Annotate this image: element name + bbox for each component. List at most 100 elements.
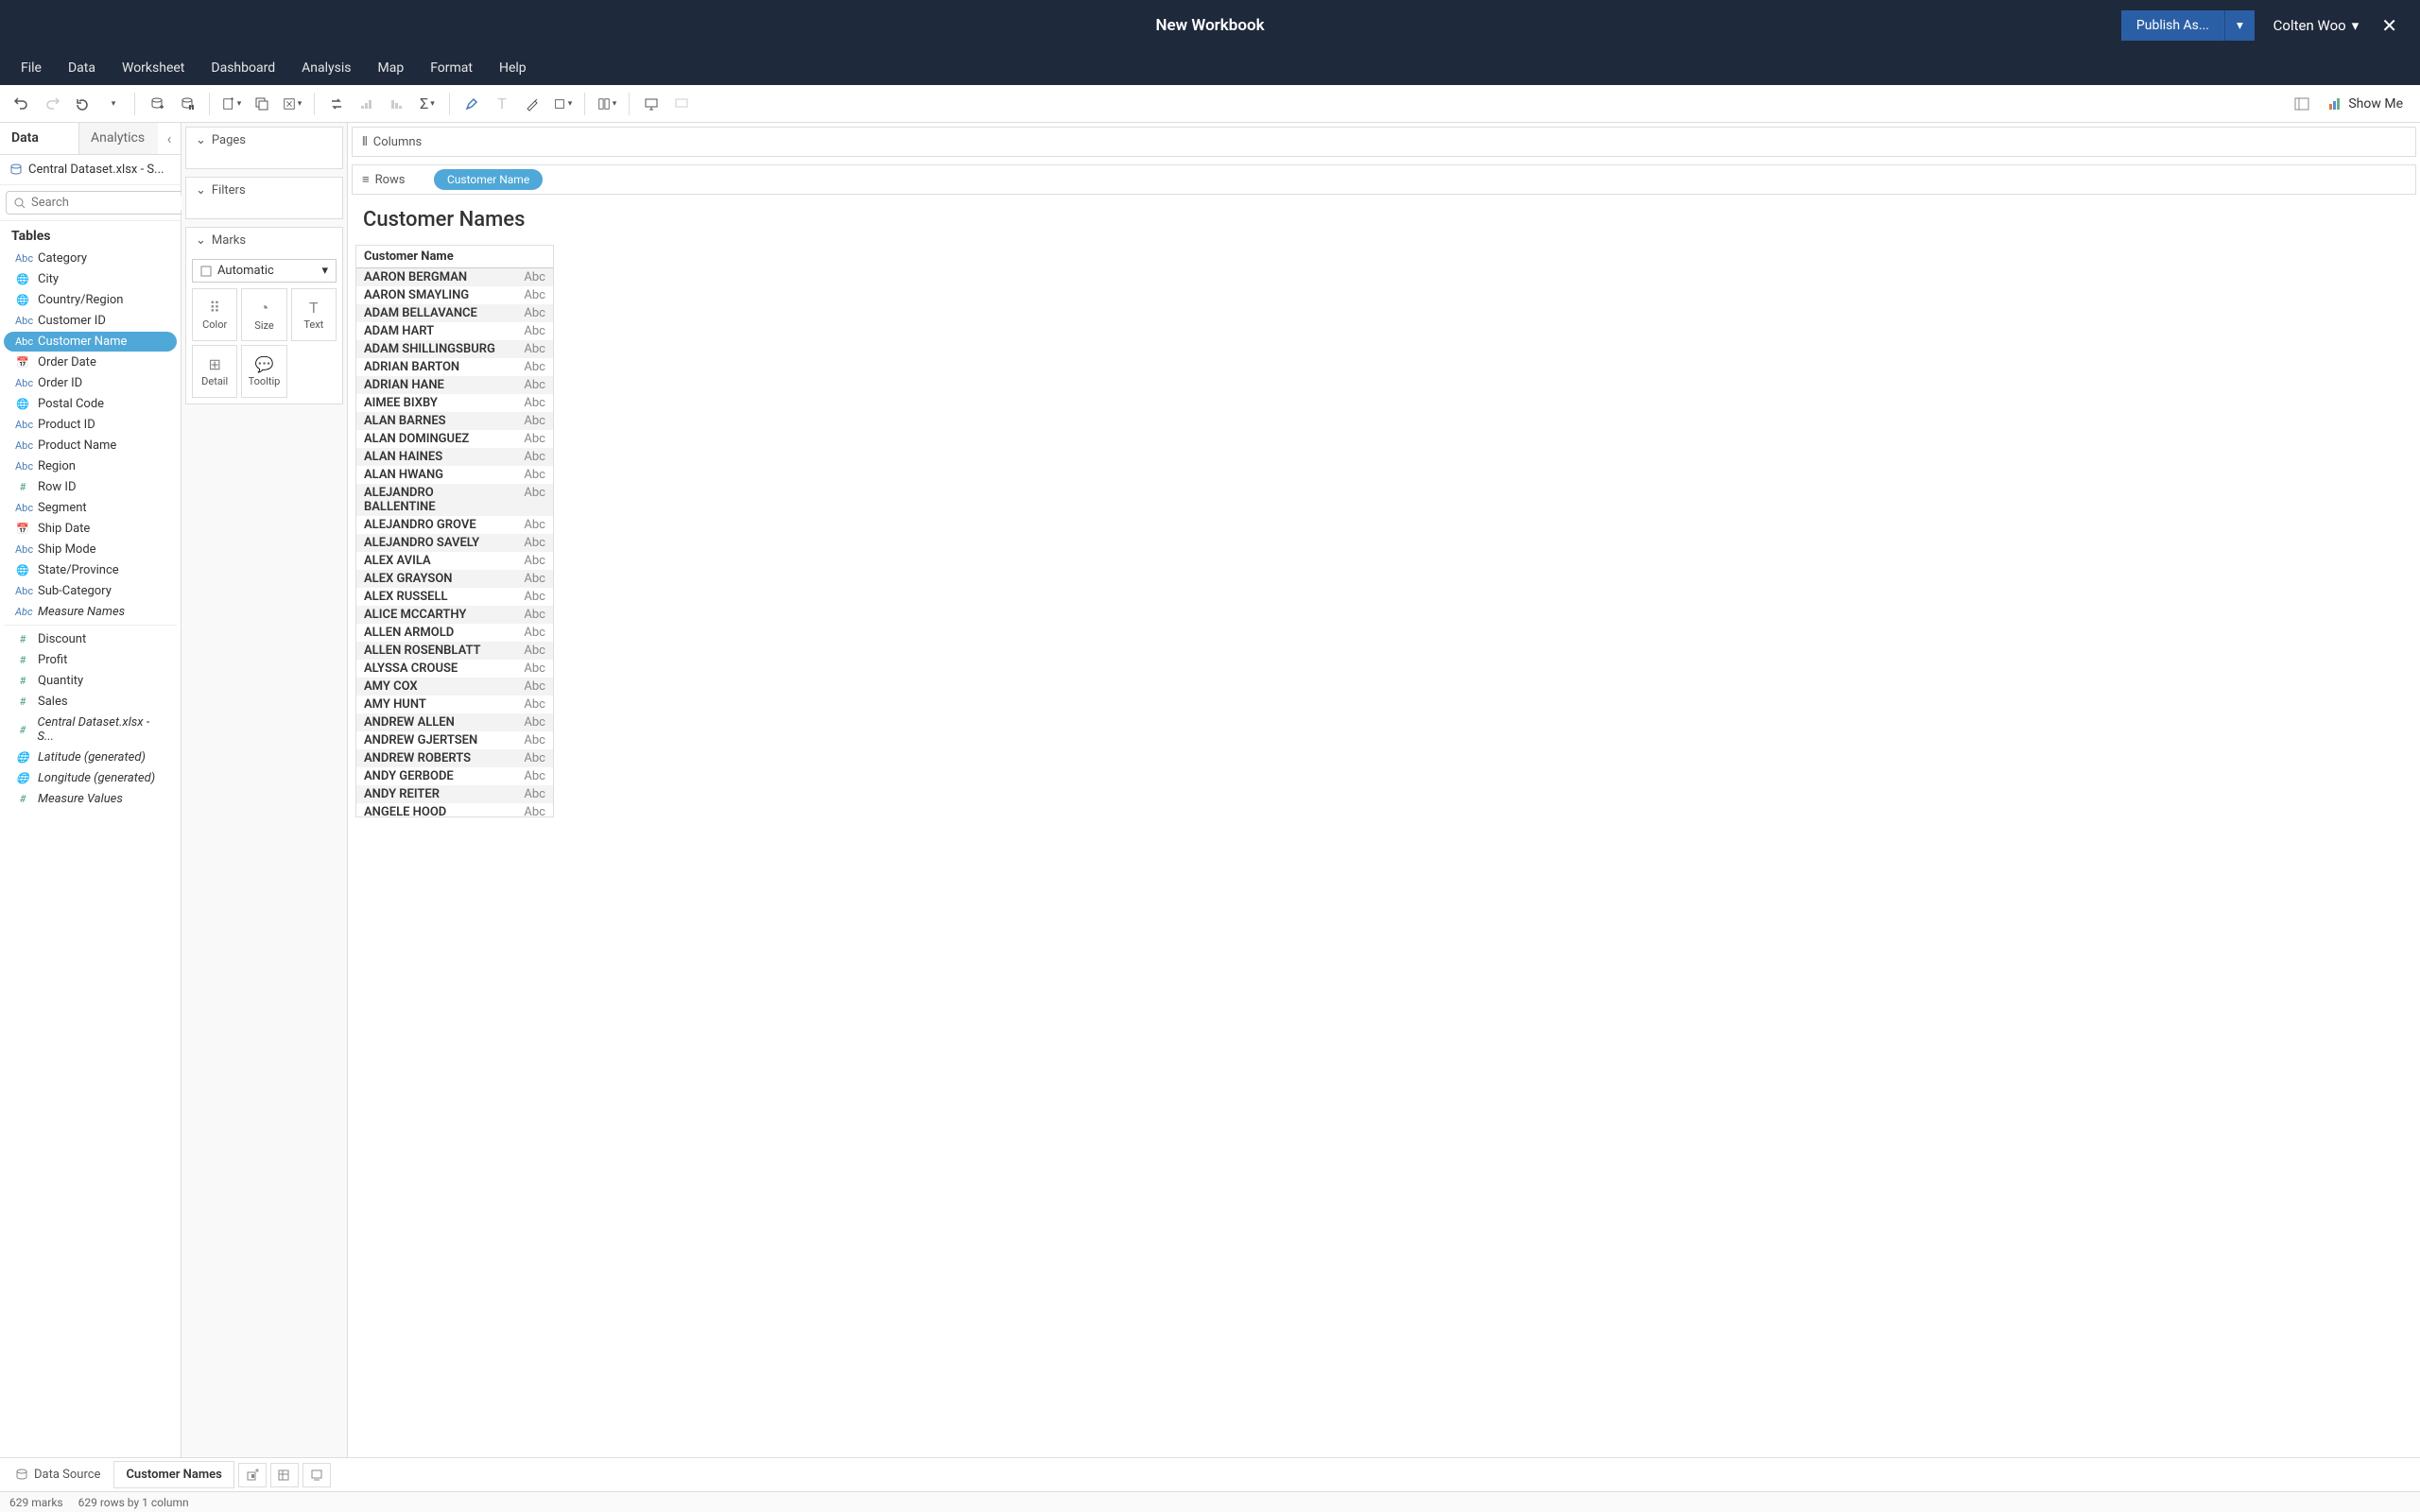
field-postal-code[interactable]: 🌐Postal Code xyxy=(4,394,177,414)
tab-analytics[interactable]: Analytics xyxy=(79,123,158,154)
revert-icon[interactable] xyxy=(68,90,96,118)
datasource-item[interactable]: Central Dataset.xlsx - S... xyxy=(0,155,181,185)
field-central-dataset-xlsx-s-[interactable]: #Central Dataset.xlsx - S... xyxy=(4,713,177,747)
field-sub-category[interactable]: AbcSub-Category xyxy=(4,581,177,601)
table-row[interactable]: ALEJANDRO BALLENTINEAbc xyxy=(356,484,553,516)
table-row[interactable]: ALEX RUSSELLAbc xyxy=(356,588,553,606)
field-order-id[interactable]: AbcOrder ID xyxy=(4,373,177,393)
table-row[interactable]: ALYSSA CROUSEAbc xyxy=(356,660,553,678)
field-ship-date[interactable]: 📅Ship Date xyxy=(4,519,177,539)
table-row[interactable]: AMY HUNTAbc xyxy=(356,696,553,713)
search-input[interactable] xyxy=(31,196,188,210)
table-row[interactable]: ANDREW GJERTSENAbc xyxy=(356,731,553,749)
table-row[interactable]: ALEJANDRO GROVEAbc xyxy=(356,516,553,534)
menu-map[interactable]: Map xyxy=(364,53,417,83)
user-menu[interactable]: Colten Woo▾ xyxy=(2273,17,2360,34)
table-row[interactable]: ANDREW ALLENAbc xyxy=(356,713,553,731)
new-worksheet-icon[interactable] xyxy=(217,90,246,118)
pause-data-icon[interactable] xyxy=(173,90,201,118)
field-discount[interactable]: #Discount xyxy=(4,629,177,649)
sort-asc-icon[interactable] xyxy=(353,90,381,118)
field-country-region[interactable]: 🌐Country/Region xyxy=(4,290,177,310)
pages-shelf[interactable]: ⌄Pages xyxy=(185,127,343,169)
field-measure-values[interactable]: #Measure Values xyxy=(4,789,177,809)
publish-button[interactable]: Publish As... xyxy=(2121,10,2224,41)
table-row[interactable]: ALLEN ROSENBLATTAbc xyxy=(356,642,553,660)
mark-detail[interactable]: ⊞Detail xyxy=(192,345,237,398)
field-latitude-generated-[interactable]: 🌐Latitude (generated) xyxy=(4,747,177,767)
mark-size[interactable]: ◔Size xyxy=(241,288,286,341)
table-row[interactable]: ADRIAN HANEAbc xyxy=(356,376,553,394)
mark-text[interactable]: TText xyxy=(291,288,337,341)
field-order-date[interactable]: 📅Order Date xyxy=(4,352,177,372)
table-row[interactable]: ANDREW ROBERTSAbc xyxy=(356,749,553,767)
menu-analysis[interactable]: Analysis xyxy=(288,53,364,83)
table-row[interactable]: ALLEN ARMOLDAbc xyxy=(356,624,553,642)
table-row[interactable]: AMY COXAbc xyxy=(356,678,553,696)
sheet-title[interactable]: Customer Names xyxy=(348,198,2420,241)
table-row[interactable]: ALEX AVILAAbc xyxy=(356,552,553,570)
undo-icon[interactable] xyxy=(8,90,36,118)
table-row[interactable]: ALAN BARNESAbc xyxy=(356,412,553,430)
swap-icon[interactable] xyxy=(322,90,351,118)
columns-shelf[interactable]: ⦀Columns xyxy=(352,127,2416,157)
view-cards-icon[interactable] xyxy=(593,90,621,118)
table-row[interactable]: ADRIAN BARTONAbc xyxy=(356,358,553,376)
menu-help[interactable]: Help xyxy=(486,53,540,83)
viz-column-header[interactable]: Customer Name xyxy=(356,246,553,268)
table-row[interactable]: ALAN DOMINGUEZAbc xyxy=(356,430,553,448)
field-segment[interactable]: AbcSegment xyxy=(4,498,177,518)
field-profit[interactable]: #Profit xyxy=(4,650,177,670)
field-category[interactable]: AbcCategory xyxy=(4,249,177,268)
collapse-sidebar-icon[interactable]: ‹ xyxy=(158,123,181,154)
rows-shelf[interactable]: ≡Rows Customer Name xyxy=(352,164,2416,195)
new-dashboard-tab-icon[interactable] xyxy=(270,1463,299,1487)
mark-type-dropdown[interactable]: Automatic▾ xyxy=(192,259,337,283)
duplicate-icon[interactable] xyxy=(248,90,276,118)
field-customer-id[interactable]: AbcCustomer ID xyxy=(4,311,177,331)
rows-pill-customer-name[interactable]: Customer Name xyxy=(434,169,543,190)
table-row[interactable]: AIMEE BIXBYAbc xyxy=(356,394,553,412)
sheet-tab-active[interactable]: Customer Names xyxy=(113,1461,233,1488)
field-row-id[interactable]: #Row ID xyxy=(4,477,177,497)
field-product-name[interactable]: AbcProduct Name xyxy=(4,436,177,455)
menu-data[interactable]: Data xyxy=(55,53,109,83)
mark-color[interactable]: ⠿Color xyxy=(192,288,237,341)
table-row[interactable]: ALEJANDRO SAVELYAbc xyxy=(356,534,553,552)
fit-icon[interactable] xyxy=(548,90,577,118)
mark-tooltip[interactable]: 💬Tooltip xyxy=(241,345,286,398)
field-region[interactable]: AbcRegion xyxy=(4,456,177,476)
highlight-icon[interactable] xyxy=(458,90,486,118)
new-worksheet-tab-icon[interactable] xyxy=(238,1463,267,1487)
share-view-icon[interactable] xyxy=(667,90,696,118)
text-label-icon[interactable]: T xyxy=(488,90,516,118)
field-state-province[interactable]: 🌐State/Province xyxy=(4,560,177,580)
table-row[interactable]: AARON BERGMANAbc xyxy=(356,268,553,286)
table-row[interactable]: ALAN HAINESAbc xyxy=(356,448,553,466)
table-row[interactable]: ADAM BELLAVANCEAbc xyxy=(356,304,553,322)
table-row[interactable]: ANGELE HOODAbc xyxy=(356,803,553,816)
field-sales[interactable]: #Sales xyxy=(4,692,177,712)
field-city[interactable]: 🌐City xyxy=(4,269,177,289)
publish-dropdown[interactable]: ▾ xyxy=(2224,10,2255,41)
table-row[interactable]: ALICE MCCARTHYAbc xyxy=(356,606,553,624)
field-quantity[interactable]: #Quantity xyxy=(4,671,177,691)
table-row[interactable]: AARON SMAYLINGAbc xyxy=(356,286,553,304)
new-story-tab-icon[interactable] xyxy=(302,1463,331,1487)
field-product-id[interactable]: AbcProduct ID xyxy=(4,415,177,435)
menu-file[interactable]: File xyxy=(8,53,55,83)
table-row[interactable]: ALAN HWANGAbc xyxy=(356,466,553,484)
field-measure-names[interactable]: AbcMeasure Names xyxy=(4,602,177,626)
search-fields[interactable] xyxy=(6,191,197,215)
table-row[interactable]: ANDY GERBODEAbc xyxy=(356,767,553,785)
clear-sheet-icon[interactable] xyxy=(278,90,306,118)
data-source-tab[interactable]: Data Source xyxy=(6,1462,110,1487)
revert-menu[interactable] xyxy=(98,90,127,118)
field-ship-mode[interactable]: AbcShip Mode xyxy=(4,540,177,559)
menu-format[interactable]: Format xyxy=(417,53,486,83)
filters-shelf[interactable]: ⌄Filters xyxy=(185,177,343,219)
data-guide-icon[interactable] xyxy=(2288,90,2316,118)
redo-icon[interactable] xyxy=(38,90,66,118)
table-row[interactable]: ALEX GRAYSONAbc xyxy=(356,570,553,588)
totals-icon[interactable]: Σ xyxy=(413,90,441,118)
